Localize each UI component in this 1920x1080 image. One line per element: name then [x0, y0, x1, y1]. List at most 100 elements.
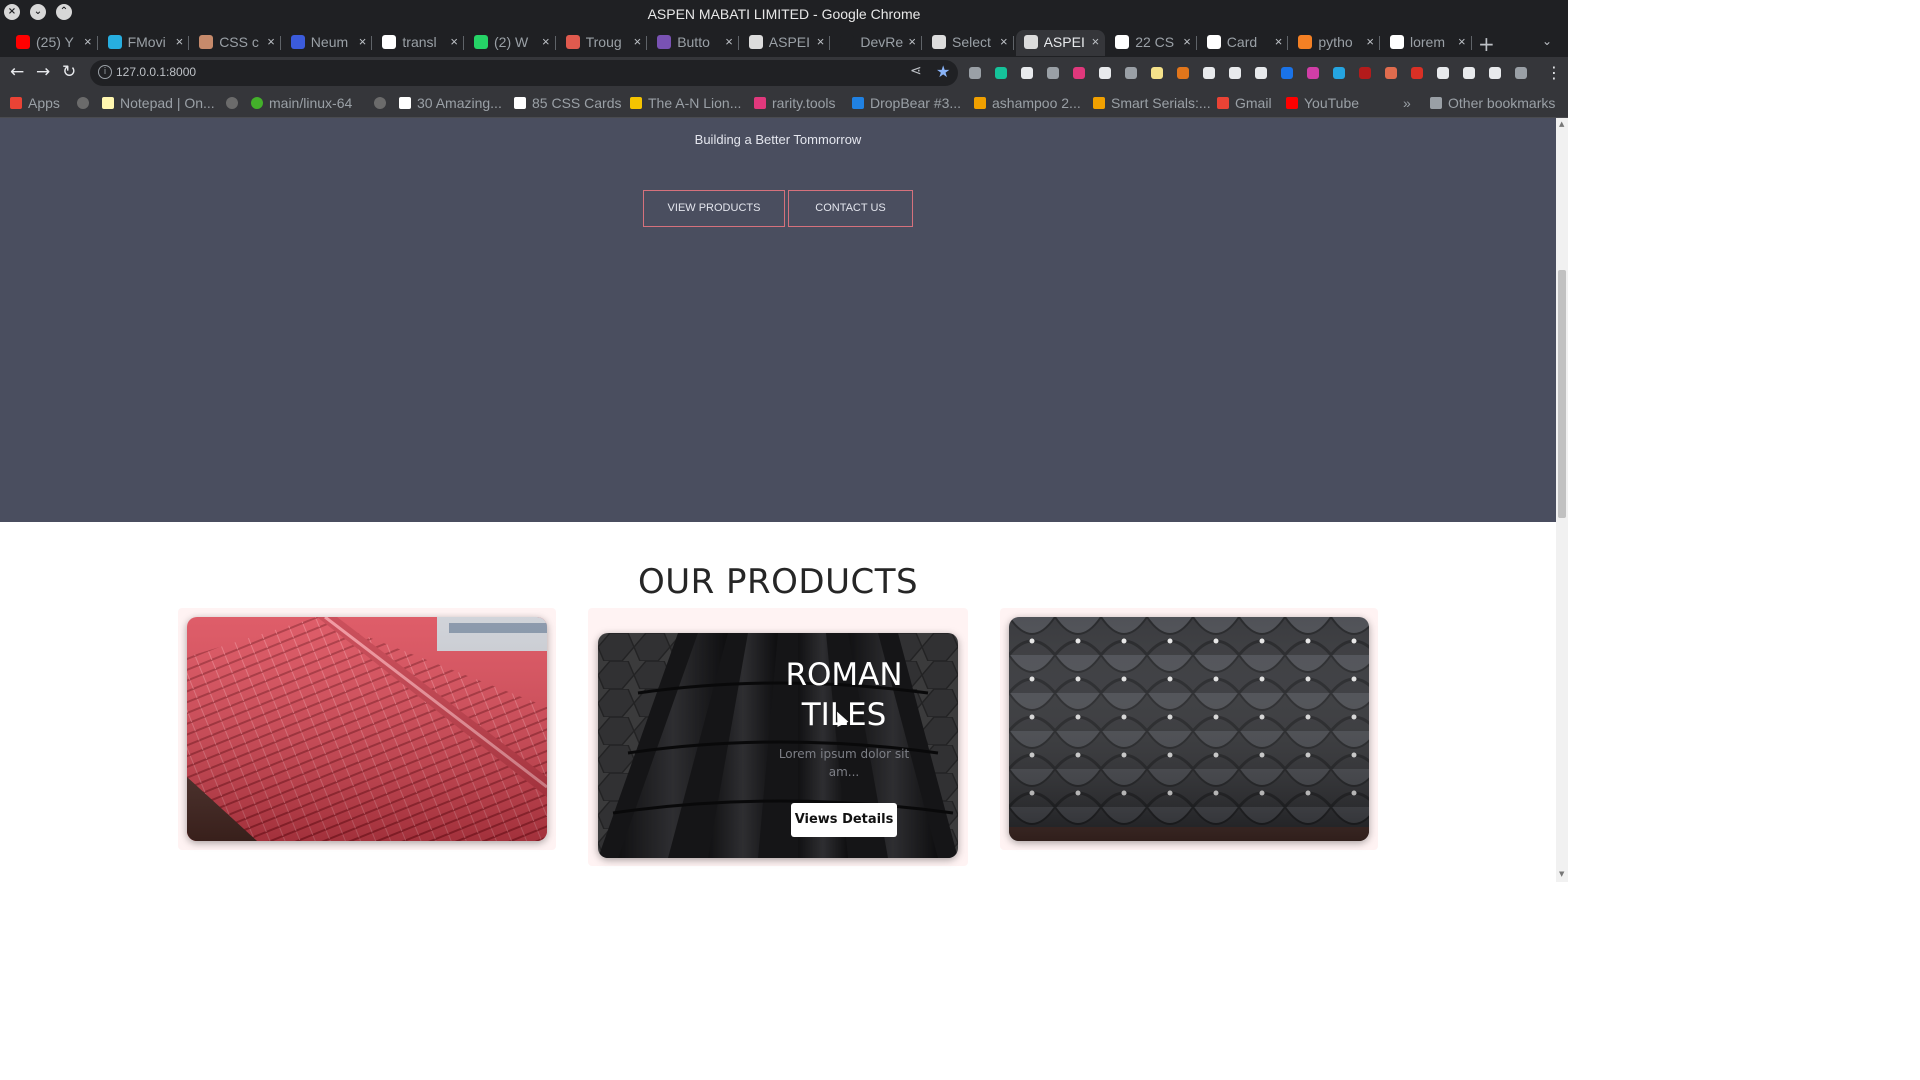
browser-tab[interactable]: FMovi ×: [100, 30, 190, 56]
bookmark-item[interactable]: main/linux-64: [251, 95, 352, 111]
extension-icon[interactable]: [1333, 67, 1345, 79]
browser-tab[interactable]: ASPEI ×: [741, 30, 831, 56]
extension-icon[interactable]: [1021, 67, 1033, 79]
browser-tab[interactable]: DevRe ×: [832, 30, 922, 56]
browser-tab[interactable]: pytho ×: [1290, 30, 1380, 56]
reload-icon[interactable]: ↻: [62, 64, 76, 81]
close-tab-icon[interactable]: ×: [908, 34, 916, 49]
extension-icon[interactable]: [1047, 67, 1059, 79]
close-tab-icon[interactable]: ×: [1458, 34, 1466, 49]
browser-tab[interactable]: (2) W ×: [466, 30, 556, 56]
browser-tab[interactable]: Butto ×: [649, 30, 739, 56]
browser-menu-icon[interactable]: ⋮: [1546, 63, 1562, 82]
browser-tab[interactable]: Card ×: [1199, 30, 1289, 56]
extension-icon[interactable]: [1151, 67, 1163, 79]
extension-icon[interactable]: [1229, 67, 1241, 79]
bookmark-item[interactable]: DropBear #3...: [852, 95, 961, 111]
bookmark-item[interactable]: YouTube: [1286, 95, 1359, 111]
extension-icon[interactable]: [1125, 67, 1137, 79]
tab-separator: [829, 36, 831, 50]
close-tab-icon[interactable]: ×: [1183, 34, 1191, 49]
bookmark-item[interactable]: ashampoo 2...: [974, 95, 1081, 111]
extension-icon[interactable]: [969, 67, 981, 79]
view-details-button[interactable]: Views Details: [791, 803, 897, 837]
bookmark-star-icon[interactable]: ★: [936, 62, 950, 81]
extension-icon[interactable]: [1437, 67, 1449, 79]
bookmark-item[interactable]: The A-N Lion...: [630, 95, 741, 111]
bookmark-item[interactable]: [77, 95, 95, 111]
close-tab-icon[interactable]: ×: [1366, 34, 1374, 49]
close-tab-icon[interactable]: ×: [542, 34, 550, 49]
bookmark-item[interactable]: Smart Serials:...: [1093, 95, 1211, 111]
close-tab-icon[interactable]: ×: [267, 34, 275, 49]
bookmark-label: Apps: [28, 95, 60, 111]
browser-tab[interactable]: Select ×: [924, 30, 1014, 56]
tab-search-icon[interactable]: ⌄: [1542, 34, 1552, 48]
other-bookmarks[interactable]: Other bookmarks: [1430, 95, 1555, 111]
close-tab-icon[interactable]: ×: [1275, 34, 1283, 49]
close-tab-icon[interactable]: ×: [84, 34, 92, 49]
browser-tab[interactable]: Troug ×: [558, 30, 648, 56]
forward-arrow-icon[interactable]: →: [36, 64, 50, 81]
extension-icon[interactable]: [1099, 67, 1111, 79]
bookmarks-overflow-icon[interactable]: »: [1403, 95, 1411, 111]
scrollbar-thumb[interactable]: [1558, 270, 1566, 518]
view-products-button[interactable]: VIEW PRODUCTS: [643, 190, 785, 227]
new-tab-icon[interactable]: +: [1478, 32, 1495, 56]
extension-icon[interactable]: [1203, 67, 1215, 79]
scroll-up-icon[interactable]: ▲: [1559, 120, 1564, 128]
close-tab-icon[interactable]: ×: [359, 34, 367, 49]
extension-icon[interactable]: [1385, 67, 1397, 79]
extension-icon[interactable]: [1073, 67, 1085, 79]
page-scrollbar[interactable]: ▲ ▼: [1556, 118, 1568, 882]
product-card[interactable]: [178, 608, 556, 850]
bookmark-item[interactable]: [226, 95, 244, 111]
address-url[interactable]: 127.0.0.1:8000: [116, 65, 196, 79]
close-tab-icon[interactable]: ×: [817, 34, 825, 49]
browser-tab[interactable]: lorem ×: [1382, 30, 1472, 56]
bookmark-item[interactable]: rarity.tools: [754, 95, 836, 111]
product-card[interactable]: [1000, 608, 1378, 850]
product-card-featured[interactable]: ROMAN TILES Lorem ipsum dolor sit am... …: [588, 608, 968, 866]
extension-icon[interactable]: [1463, 67, 1475, 79]
bookmark-item[interactable]: 85 CSS Cards: [514, 95, 621, 111]
extension-icon[interactable]: [1307, 67, 1319, 79]
bookmark-item[interactable]: 30 Amazing...: [399, 95, 502, 111]
tab-label: lorem: [1410, 34, 1446, 50]
extension-icon[interactable]: [1255, 67, 1267, 79]
close-tab-icon[interactable]: ×: [450, 34, 458, 49]
site-info-icon[interactable]: i: [98, 65, 112, 79]
browser-tab[interactable]: Neum ×: [283, 30, 373, 56]
close-tab-icon[interactable]: ×: [1092, 34, 1100, 49]
browser-tab[interactable]: transl ×: [374, 30, 464, 56]
close-tab-icon[interactable]: ×: [176, 34, 184, 49]
bookmark-item[interactable]: Notepad | On...: [102, 95, 215, 111]
extension-icon[interactable]: [1515, 67, 1527, 79]
extension-icon[interactable]: [1281, 67, 1293, 79]
extension-icon[interactable]: [1411, 67, 1423, 79]
browser-tab[interactable]: 22 CS ×: [1107, 30, 1197, 56]
bookmark-item[interactable]: [374, 95, 392, 111]
extension-icon[interactable]: [1489, 67, 1501, 79]
extension-icon[interactable]: [1177, 67, 1189, 79]
bookmark-label: DropBear #3...: [870, 95, 962, 111]
extension-icon[interactable]: [995, 67, 1007, 79]
arrow-icon: [974, 97, 986, 109]
browser-tab[interactable]: CSS c ×: [191, 30, 281, 56]
tab-label: CSS c: [219, 34, 259, 50]
share-icon[interactable]: ⋖: [910, 63, 922, 79]
bookmark-item[interactable]: Apps: [10, 95, 60, 111]
close-tab-icon[interactable]: ×: [1000, 34, 1008, 49]
browser-tab[interactable]: (25) Y ×: [8, 30, 98, 56]
extension-icon[interactable]: [1359, 67, 1371, 79]
browser-tab[interactable]: ASPEI ×: [1015, 30, 1106, 56]
tab-label: FMovi: [127, 34, 166, 50]
address-bar[interactable]: i 127.0.0.1:8000 ⋖ ★: [90, 60, 958, 86]
bookmark-item[interactable]: Gmail: [1217, 95, 1272, 111]
arrow-icon: [1093, 97, 1105, 109]
scroll-down-icon[interactable]: ▼: [1559, 870, 1564, 878]
close-tab-icon[interactable]: ×: [634, 34, 642, 49]
contact-us-button[interactable]: CONTACT US: [788, 190, 913, 227]
close-tab-icon[interactable]: ×: [725, 34, 733, 49]
back-arrow-icon[interactable]: ←: [10, 64, 24, 81]
